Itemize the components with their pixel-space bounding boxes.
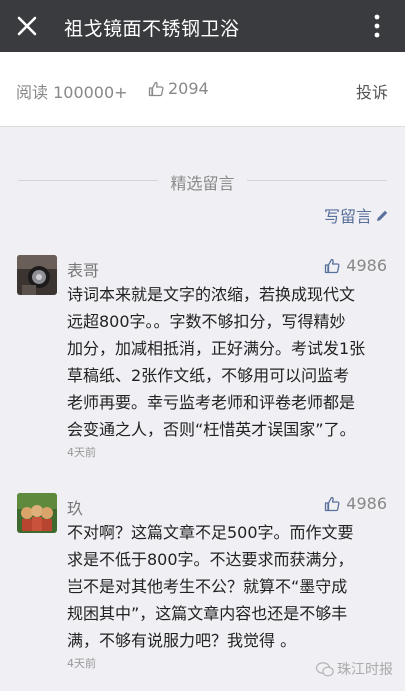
comment-time: 4天前 [67, 446, 96, 459]
avatar[interactable] [17, 255, 57, 295]
comment-like-count: 4986 [346, 494, 387, 513]
comment-line: 远超800字。。字数不够扣分，写得精妙 [67, 312, 346, 331]
comment-line: 岂不是对其他考生不公？就算不“墨守成 [67, 577, 348, 596]
comments-section-title: 精选留言 [170, 174, 235, 193]
comment-line: 会变通之人，否则“枉惜英才误国家”了。 [67, 420, 356, 439]
comment-item: 表哥 4986 诗词本来就是文字的浓缩，若换成现代文 远超800字。。字数不够扣… [0, 255, 405, 465]
thumbs-up-icon [148, 81, 164, 96]
read-count: 阅读 100000+ [16, 83, 128, 102]
page-title: 祖戈镜面不锈钢卫浴 [64, 18, 240, 40]
thumbs-up-icon [325, 496, 340, 511]
comment-like-button[interactable]: 4986 [324, 256, 387, 275]
divider-right [247, 180, 387, 181]
close-icon[interactable] [12, 11, 42, 41]
article-like-button[interactable]: 2094 [148, 79, 209, 98]
thumbs-up-icon [325, 258, 340, 273]
report-link[interactable]: 投诉 [356, 79, 388, 103]
article-stats-bar: 阅读 100000+ 2094 投诉 [0, 52, 405, 126]
commenter-name[interactable]: 玖 [67, 495, 83, 519]
commenter-name[interactable]: 表哥 [67, 257, 99, 281]
article-like-count: 2094 [168, 79, 209, 98]
comment-line: 规困其中”，这篇文章内容也还是不够丰 [67, 604, 348, 623]
comments-section-header: 精选留言 [0, 166, 405, 194]
comment-line: 诗词本来就是文字的浓缩，若换成现代文 [67, 285, 356, 304]
comment-line: 草稿纸、2张作文纸，不够用可以问监考 [67, 366, 350, 385]
comment-item: 玖 4986 不对啊？这篇文章不足500字。而作文要 求是不低于800字。不达要… [0, 493, 405, 673]
watermark-text: 珠江时报 [337, 662, 393, 678]
comment-line: 老师再要。幸亏监考老师和评卷老师都是 [67, 393, 356, 412]
more-vertical-icon[interactable] [367, 12, 387, 40]
comment-body: 诗词本来就是文字的浓缩，若换成现代文 远超800字。。字数不够扣分，写得精妙 加… [67, 281, 389, 443]
comment-like-button[interactable]: 4986 [324, 494, 387, 513]
comment-line: 求是不低于800字。不达要求而获满分， [67, 550, 354, 569]
pencil-icon [377, 210, 388, 221]
write-comment-button[interactable]: 写留言 [324, 203, 389, 227]
comment-body: 不对啊？这篇文章不足500字。而作文要 求是不低于800字。不达要求而获满分， … [67, 519, 389, 654]
comment-line: 不对啊？这篇文章不足500字。而作文要 [67, 523, 354, 542]
wechat-logo-icon [316, 661, 334, 676]
comment-line: 满，不够有说服力吧？我觉得 。 [67, 631, 297, 650]
comment-time: 4天前 [67, 657, 96, 670]
write-comment-label: 写留言 [323, 207, 372, 226]
comment-like-count: 4986 [346, 256, 387, 275]
divider [0, 126, 405, 127]
comment-line: 加分，加减相抵消，正好满分。考试发1张 [67, 339, 366, 358]
avatar[interactable] [17, 493, 57, 533]
watermark: 珠江时报 [316, 659, 393, 679]
title-bar: 祖戈镜面不锈钢卫浴 [0, 0, 405, 52]
